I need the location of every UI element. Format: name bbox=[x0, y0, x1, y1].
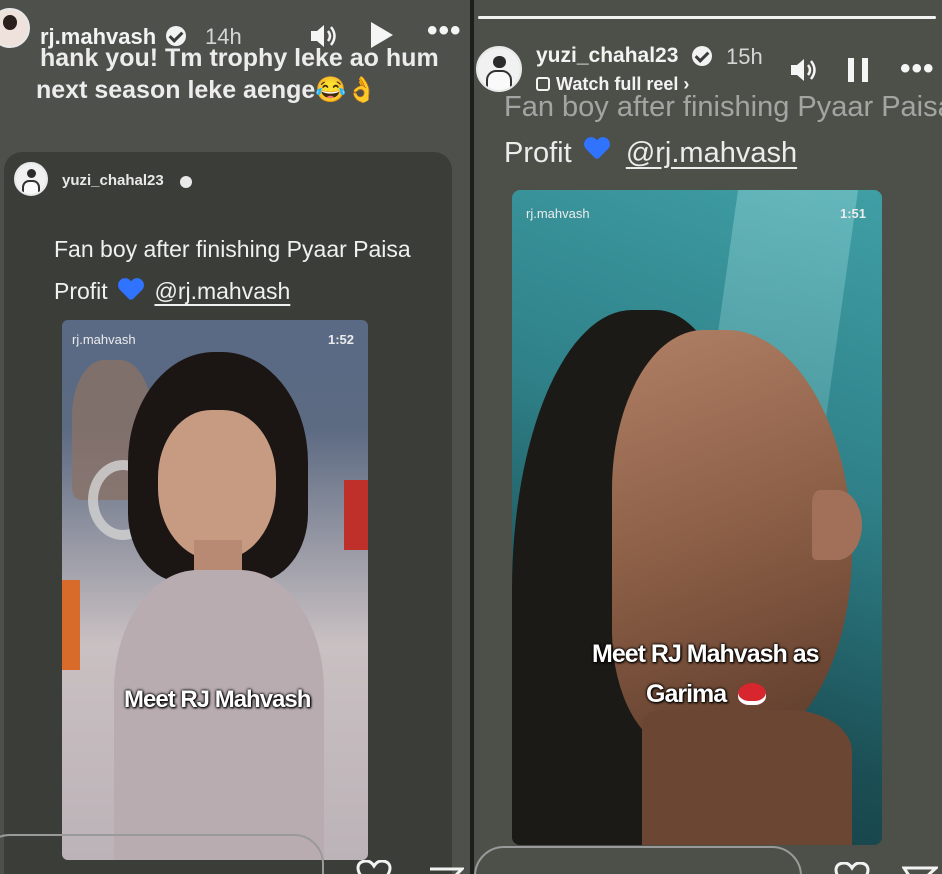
story-timestamp: 15h bbox=[726, 44, 763, 69]
shared-post-text: Fan boy after finishing Pyaar Paisa Prof… bbox=[54, 228, 411, 312]
reel-duration: 1:51 bbox=[839, 206, 866, 221]
story-caption: Fan boy after finishing Pyaar Paisa Prof… bbox=[504, 84, 942, 176]
heart-ribbon-icon bbox=[738, 683, 767, 705]
story-caption-profit: Profit bbox=[504, 137, 572, 169]
heart-icon[interactable] bbox=[354, 859, 394, 874]
reel-top bbox=[114, 570, 324, 860]
more-icon[interactable]: ••• bbox=[900, 54, 935, 84]
blue-heart-icon bbox=[584, 138, 614, 164]
verified-badge-icon bbox=[692, 46, 712, 66]
reel-preview[interactable]: rj.mahvash 1:51 Meet RJ Mahvash as Garim… bbox=[512, 190, 882, 845]
reel-red-object bbox=[344, 480, 368, 550]
reel-nose bbox=[812, 490, 862, 560]
story-rj-mahvash[interactable]: rj.mahvash 14h ••• hank you! Tm trophy l… bbox=[0, 0, 470, 874]
blue-heart-icon bbox=[118, 279, 144, 301]
reel-overlay-line1: Meet RJ Mahvash as bbox=[592, 640, 820, 668]
reel-overlay-text: Meet RJ Mahvash bbox=[124, 686, 311, 713]
mention-link[interactable]: @rj.mahvash bbox=[626, 137, 797, 169]
mention-link[interactable]: @rj.mahvash bbox=[154, 278, 290, 304]
reel-overlay-line2-wrap: Garima bbox=[646, 680, 767, 709]
story-yuzi-chahal[interactable]: yuzi_chahal23 15h Watch full reel › ••• … bbox=[474, 0, 942, 874]
story-username[interactable]: yuzi_chahal23 bbox=[536, 44, 678, 68]
reel-face bbox=[158, 410, 276, 560]
reply-input[interactable] bbox=[474, 846, 802, 874]
reel-orange-object bbox=[62, 580, 80, 670]
reel-duration: 1:52 bbox=[327, 332, 354, 347]
reel-neck bbox=[642, 710, 852, 845]
heart-icon[interactable] bbox=[832, 861, 872, 874]
pause-icon[interactable] bbox=[848, 58, 868, 82]
reel-preview[interactable]: rj.mahvash 1:52 Meet RJ Mahvash bbox=[62, 320, 368, 860]
reel-owner: rj.mahvash bbox=[526, 206, 590, 221]
story-progress-bar bbox=[478, 16, 936, 19]
story-caption-line2: Profit @rj.mahvash bbox=[504, 130, 942, 176]
avatar-yuzi-chahal bbox=[14, 162, 48, 196]
story-caption-line2: next season leke aenge😂👌 bbox=[36, 76, 378, 104]
send-icon[interactable] bbox=[901, 866, 940, 874]
story-caption-line1: hank you! Tm trophy leke ao hum bbox=[40, 44, 439, 72]
shared-post-text-profit: Profit bbox=[54, 278, 108, 304]
reply-input[interactable] bbox=[0, 834, 324, 874]
reel-owner: rj.mahvash bbox=[72, 332, 136, 347]
story-caption-line1: Fan boy after finishing Pyaar Paisa bbox=[504, 91, 942, 123]
shared-post-text-line2: Profit @rj.mahvash bbox=[54, 270, 411, 312]
volume-icon[interactable] bbox=[789, 56, 819, 84]
avatar-rj-mahvash[interactable] bbox=[0, 8, 30, 48]
shared-post-username: yuzi_chahal23 bbox=[62, 172, 164, 189]
reel-overlay-line2: Garima bbox=[646, 680, 727, 708]
send-icon[interactable] bbox=[428, 864, 466, 874]
shared-post-text-line1: Fan boy after finishing Pyaar Paisa bbox=[54, 236, 411, 262]
verified-badge-icon bbox=[180, 176, 192, 188]
